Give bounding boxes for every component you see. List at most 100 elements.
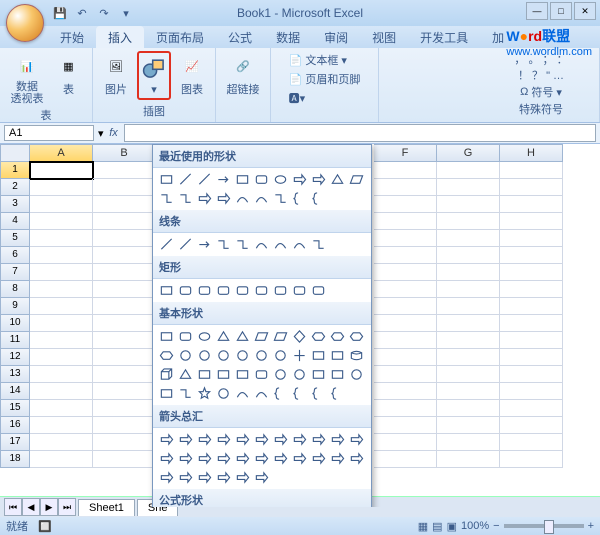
qat-redo[interactable]: ↷: [94, 3, 114, 23]
shape-conn[interactable]: [176, 189, 195, 208]
shape-circle[interactable]: [214, 384, 233, 403]
shape-block[interactable]: [271, 430, 290, 449]
row-header[interactable]: 4: [0, 213, 30, 230]
row-header[interactable]: 8: [0, 281, 30, 298]
shape-block[interactable]: [233, 468, 252, 487]
shape-rect[interactable]: [157, 170, 176, 189]
shape-rrect[interactable]: [252, 365, 271, 384]
shape-circle[interactable]: [271, 346, 290, 365]
maximize-button[interactable]: □: [550, 2, 572, 20]
cell[interactable]: [374, 332, 437, 349]
shape-block[interactable]: [252, 468, 271, 487]
cell[interactable]: [93, 179, 156, 196]
cell[interactable]: [30, 298, 93, 315]
cell[interactable]: [437, 264, 500, 281]
shape-rrect[interactable]: [252, 170, 271, 189]
shape-block[interactable]: [214, 189, 233, 208]
cell[interactable]: [93, 349, 156, 366]
shape-cube[interactable]: [157, 365, 176, 384]
row-header[interactable]: 13: [0, 366, 30, 383]
worksheet-grid[interactable]: A B F G H 123456789101112131415161718 最近…: [0, 144, 600, 507]
cell[interactable]: [374, 400, 437, 417]
row-header[interactable]: 15: [0, 400, 30, 417]
shape-rect[interactable]: [195, 365, 214, 384]
shape-curly[interactable]: [290, 189, 309, 208]
row-header[interactable]: 18: [0, 451, 30, 468]
cell[interactable]: [500, 417, 563, 434]
cell[interactable]: [93, 230, 156, 247]
shape-conn[interactable]: [214, 235, 233, 254]
shape-block[interactable]: [252, 449, 271, 468]
shape-ellipse[interactable]: [195, 327, 214, 346]
shape-curve[interactable]: [233, 384, 252, 403]
cell[interactable]: [500, 434, 563, 451]
hyperlink-button[interactable]: 🔗超链接: [223, 51, 264, 99]
row-header[interactable]: 2: [0, 179, 30, 196]
shape-rrect[interactable]: [290, 281, 309, 300]
cell[interactable]: [30, 179, 93, 196]
shape-block[interactable]: [290, 170, 309, 189]
shape-curly[interactable]: [309, 189, 328, 208]
cell[interactable]: [93, 434, 156, 451]
shape-rect[interactable]: [309, 346, 328, 365]
cell[interactable]: [437, 179, 500, 196]
shape-circle[interactable]: [195, 346, 214, 365]
tab-layout[interactable]: 页面布局: [144, 26, 216, 48]
shape-rect[interactable]: [328, 346, 347, 365]
view-break-icon[interactable]: ▣: [447, 520, 457, 533]
row-header[interactable]: 1: [0, 162, 30, 179]
shape-curly[interactable]: [328, 384, 347, 403]
shape-para[interactable]: [271, 327, 290, 346]
cell[interactable]: [500, 298, 563, 315]
shape-block[interactable]: [195, 468, 214, 487]
shape-curve[interactable]: [233, 189, 252, 208]
shape-block[interactable]: [290, 449, 309, 468]
cell[interactable]: [30, 196, 93, 213]
shape-block[interactable]: [157, 449, 176, 468]
shape-block[interactable]: [271, 449, 290, 468]
cell[interactable]: [374, 196, 437, 213]
shape-block[interactable]: [214, 449, 233, 468]
tab-developer[interactable]: 开发工具: [408, 26, 480, 48]
table-button[interactable]: ▦表: [52, 51, 86, 99]
cell[interactable]: [500, 400, 563, 417]
shape-star[interactable]: [195, 384, 214, 403]
shape-conn[interactable]: [233, 235, 252, 254]
cell[interactable]: [374, 247, 437, 264]
row-header[interactable]: 10: [0, 315, 30, 332]
tab-home[interactable]: 开始: [48, 26, 96, 48]
cell[interactable]: [437, 230, 500, 247]
row-header[interactable]: 17: [0, 434, 30, 451]
cell[interactable]: [30, 213, 93, 230]
cell[interactable]: [374, 162, 437, 179]
shape-block[interactable]: [328, 430, 347, 449]
row-header[interactable]: 3: [0, 196, 30, 213]
tab-formulas[interactable]: 公式: [216, 26, 264, 48]
shape-line[interactable]: [176, 170, 195, 189]
col-header[interactable]: G: [437, 144, 500, 162]
col-header[interactable]: A: [30, 144, 93, 162]
tab-data[interactable]: 数据: [264, 26, 312, 48]
shape-curly[interactable]: [309, 384, 328, 403]
shape-line[interactable]: [195, 170, 214, 189]
shape-block[interactable]: [252, 430, 271, 449]
symbol-button[interactable]: Ω符号▾: [491, 83, 591, 101]
shape-rrect[interactable]: [176, 281, 195, 300]
col-header[interactable]: H: [500, 144, 563, 162]
cell[interactable]: [500, 349, 563, 366]
row-header[interactable]: 14: [0, 383, 30, 400]
cell[interactable]: [93, 281, 156, 298]
shape-block[interactable]: [347, 449, 366, 468]
cell[interactable]: [500, 247, 563, 264]
cell[interactable]: [500, 366, 563, 383]
tab-view[interactable]: 视图: [360, 26, 408, 48]
cell[interactable]: [374, 383, 437, 400]
cell[interactable]: [30, 332, 93, 349]
zoom-in[interactable]: +: [588, 520, 594, 532]
cell[interactable]: [93, 451, 156, 468]
shape-conn[interactable]: [271, 189, 290, 208]
shape-conn[interactable]: [309, 235, 328, 254]
shape-circle[interactable]: [252, 346, 271, 365]
cell[interactable]: [437, 417, 500, 434]
sheet-nav-first[interactable]: ⏮: [4, 498, 22, 516]
